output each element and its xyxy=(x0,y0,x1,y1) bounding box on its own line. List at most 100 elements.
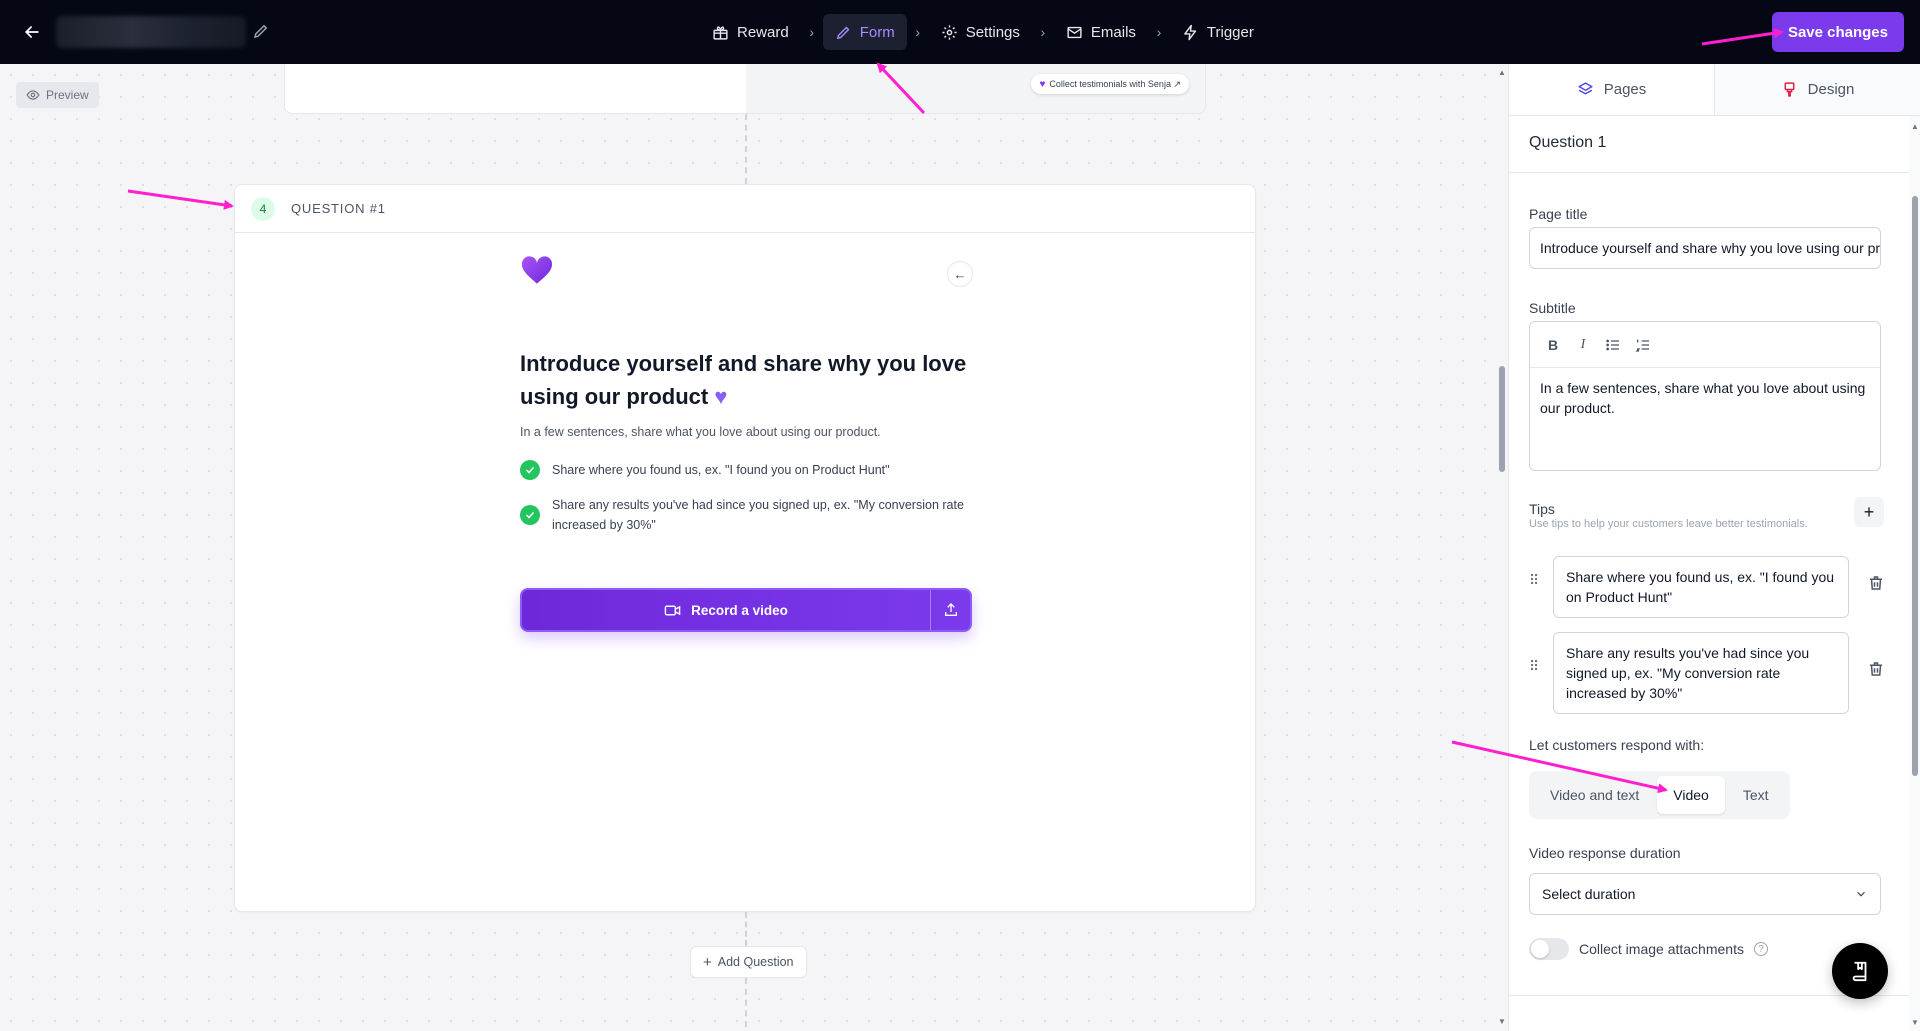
duration-select-value: Select duration xyxy=(1542,886,1636,902)
bullet-list-icon[interactable] xyxy=(1604,336,1622,354)
tab-pages-label: Pages xyxy=(1603,81,1647,98)
gear-icon xyxy=(942,24,957,40)
tab-pages[interactable]: Pages xyxy=(1509,64,1714,115)
subtitle-input[interactable]: In a few sentences, share what you love … xyxy=(1530,368,1880,428)
respond-with-label: Let customers respond with: xyxy=(1529,737,1705,753)
drag-handle-icon[interactable]: ⠿ xyxy=(1529,572,1543,589)
add-question-button[interactable]: + Add Question xyxy=(690,946,807,978)
help-icon[interactable]: ? xyxy=(1753,942,1768,956)
drag-handle-icon[interactable]: ⠿ xyxy=(1529,658,1543,675)
record-video-button[interactable]: Record a video xyxy=(522,590,930,630)
scroll-up-icon[interactable]: ▲ xyxy=(1911,122,1919,131)
arrow-left-icon: ← xyxy=(953,266,967,282)
upload-button[interactable] xyxy=(930,590,970,630)
image-attachments-toggle[interactable] xyxy=(1529,938,1569,960)
senja-badge-text: Collect testimonials with Senja ↗ xyxy=(1049,78,1181,89)
purple-heart-emoji-icon: ♥ xyxy=(714,384,728,409)
tab-design-label: Design xyxy=(1807,81,1855,98)
page-title-input[interactable]: Introduce yourself and share why you lov… xyxy=(1529,227,1881,269)
chevron-right-icon: › xyxy=(1156,24,1162,40)
tip-text: Share where you found us, ex. "I found y… xyxy=(552,463,890,477)
connector-line xyxy=(745,978,747,1031)
subtitle-label: Subtitle xyxy=(1529,300,1576,316)
canvas-scrollbar[interactable]: ▲ ▼ xyxy=(1496,64,1508,1031)
step-emails[interactable]: Emails xyxy=(1054,14,1148,50)
save-changes-button[interactable]: Save changes xyxy=(1771,12,1904,52)
check-circle-icon xyxy=(520,505,540,525)
editor-toolbar: B I xyxy=(1530,322,1880,368)
preview-button[interactable]: Preview xyxy=(16,82,99,108)
question-card[interactable]: 4 QUESTION #1 ← Introduce yourself and s… xyxy=(234,184,1256,912)
scroll-down-icon[interactable]: ▼ xyxy=(1498,1017,1506,1026)
chat-support-button[interactable] xyxy=(1832,943,1888,999)
chevron-down-icon xyxy=(1857,891,1865,897)
tip-input[interactable]: Share any results you've had since you s… xyxy=(1553,632,1849,714)
panel-tabs: Pages Design xyxy=(1509,64,1920,116)
duration-label: Video response duration xyxy=(1529,845,1681,861)
wizard-steps: Reward › Form › Settings › Emails › Trig… xyxy=(700,14,1266,50)
trash-icon[interactable] xyxy=(1867,574,1885,592)
subtitle-editor: B I In a few sentences, share what you l… xyxy=(1529,321,1881,471)
question-tip: Share where you found us, ex. "I found y… xyxy=(520,460,970,480)
section-title: Question 1 xyxy=(1529,134,1607,151)
top-bar: Reward › Form › Settings › Emails › Trig… xyxy=(0,0,1920,64)
question-tip: Share any results you've had since you s… xyxy=(520,495,970,535)
step-emails-label: Emails xyxy=(1090,23,1136,41)
settings-panel: Pages Design Question 1 Page title Intro… xyxy=(1508,64,1920,1031)
step-trigger[interactable]: Trigger xyxy=(1170,14,1266,50)
connector-line xyxy=(745,114,747,184)
add-tip-button[interactable]: + xyxy=(1854,497,1884,527)
page-title-label: Page title xyxy=(1529,206,1588,222)
plus-icon: + xyxy=(1863,501,1875,522)
scroll-up-icon[interactable]: ▲ xyxy=(1498,68,1506,77)
record-video-label: Record a video xyxy=(691,602,788,618)
respond-option-text[interactable]: Text xyxy=(1727,776,1785,814)
respond-option-video-and-text[interactable]: Video and text xyxy=(1534,776,1655,814)
heart-logo-icon xyxy=(521,256,553,284)
scrollbar-thumb[interactable] xyxy=(1499,366,1505,472)
italic-icon[interactable]: I xyxy=(1574,336,1592,354)
respond-option-video[interactable]: Video xyxy=(1657,776,1725,814)
step-trigger-label: Trigger xyxy=(1206,23,1254,41)
previous-page-preview: ♥ Collect testimonials with Senja ↗ xyxy=(746,64,1205,113)
previous-page-card[interactable]: ♥ Collect testimonials with Senja ↗ xyxy=(284,64,1206,114)
form-back-button[interactable]: ← xyxy=(947,261,973,287)
check-circle-icon xyxy=(520,460,540,480)
tip-input[interactable]: Share where you found us, ex. "I found y… xyxy=(1553,556,1849,618)
preview-label: Preview xyxy=(46,88,89,102)
image-attachments-row: Collect image attachments ? xyxy=(1529,938,1768,960)
record-video-button-group: Record a video xyxy=(520,588,972,632)
step-settings[interactable]: Settings xyxy=(929,14,1032,50)
question-number-badge: 4 xyxy=(251,196,275,221)
tab-design[interactable]: Design xyxy=(1714,64,1920,115)
chevron-right-icon: › xyxy=(915,24,921,40)
tip-text: Share any results you've had since you s… xyxy=(552,498,964,532)
step-form[interactable]: Form xyxy=(822,14,907,50)
numbered-list-icon[interactable] xyxy=(1634,336,1652,354)
add-question-label: Add Question xyxy=(717,955,794,969)
duration-select[interactable]: Select duration xyxy=(1529,873,1881,915)
question-card-header: 4 QUESTION #1 xyxy=(235,185,1255,233)
mail-icon xyxy=(1067,26,1082,38)
project-name-blurred[interactable] xyxy=(56,16,246,48)
scroll-down-icon[interactable]: ▼ xyxy=(1911,1018,1919,1027)
chevron-right-icon: › xyxy=(809,24,815,40)
chevron-right-icon: › xyxy=(1040,24,1046,40)
image-attachments-label: Collect image attachments xyxy=(1579,941,1744,957)
step-reward[interactable]: Reward xyxy=(700,14,801,50)
panel-scrollbar[interactable]: ▲ ▼ xyxy=(1909,116,1920,1031)
gift-icon xyxy=(713,25,728,40)
pencil-edit-icon[interactable] xyxy=(252,22,272,42)
trash-icon[interactable] xyxy=(1867,660,1885,678)
editor-canvas: Preview ♥ Collect testimonials with Senj… xyxy=(0,64,1496,1031)
back-arrow-icon[interactable] xyxy=(18,18,46,46)
step-form-label: Form xyxy=(859,23,895,41)
tips-hint: Use tips to help your customers leave be… xyxy=(1529,518,1808,530)
question-title: Introduce yourself and share why you lov… xyxy=(520,347,970,413)
bold-icon[interactable]: B xyxy=(1544,336,1562,354)
senja-badge[interactable]: ♥ Collect testimonials with Senja ↗ xyxy=(1031,74,1189,94)
scrollbar-thumb[interactable] xyxy=(1912,196,1918,776)
step-reward-label: Reward xyxy=(737,23,789,41)
question-title-text: Introduce yourself and share why you lov… xyxy=(520,351,967,409)
question-label: QUESTION #1 xyxy=(291,201,386,216)
